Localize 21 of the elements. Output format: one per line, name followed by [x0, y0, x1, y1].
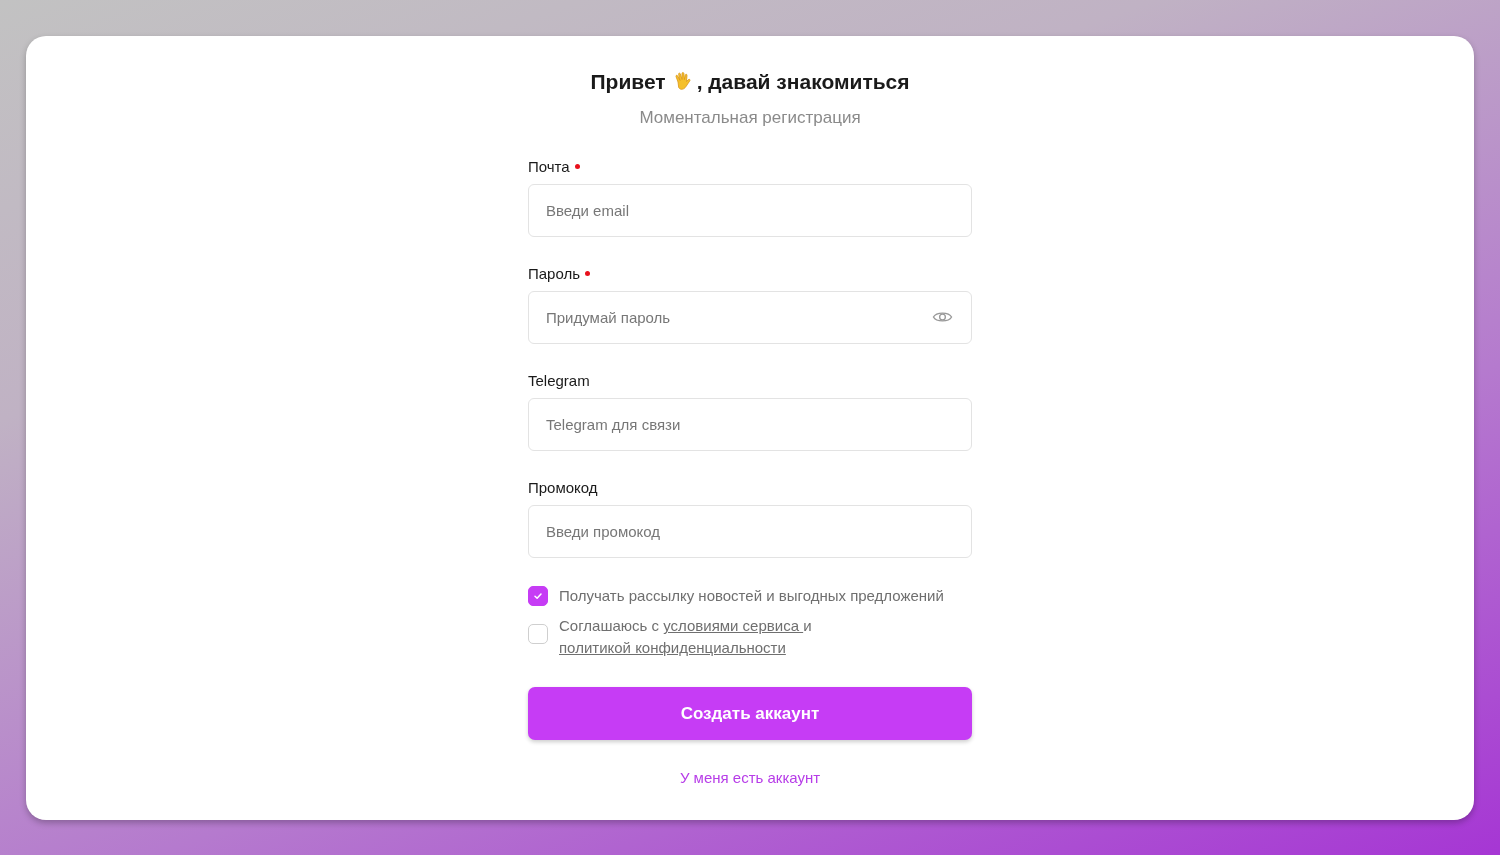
- checkbox[interactable]: [528, 624, 548, 644]
- create-account-button[interactable]: Создать аккаунт: [528, 687, 972, 740]
- checkbox[interactable]: [528, 586, 548, 606]
- field-label: Почта: [528, 158, 570, 175]
- input-field[interactable]: Придумай пароль: [528, 291, 972, 344]
- input-field[interactable]: Telegram для связи: [528, 398, 972, 451]
- checkbox-label[interactable]: Получать рассылку новостей и выгодных предложений: [559, 585, 944, 607]
- terms-link[interactable]: условиями сервиса: [663, 617, 804, 634]
- checkbox-label[interactable]: Соглашаюсь с условиями сервиса и политикой конфиденциальности: [559, 615, 972, 659]
- field-label: Промокод: [528, 479, 598, 496]
- heading-text: , давай знакомиться: [696, 70, 910, 94]
- input-field[interactable]: Введи промокод: [528, 505, 972, 558]
- heading-text: Привет: [590, 70, 666, 94]
- input-field[interactable]: Введи email: [528, 184, 972, 237]
- eye-icon[interactable]: [932, 309, 953, 325]
- field-label: Telegram: [528, 372, 590, 389]
- checkmark-icon: [532, 590, 544, 602]
- subtitle: Моментальная регистрация: [638, 108, 862, 128]
- terms-link[interactable]: политикой конфиденциальности: [559, 639, 786, 656]
- login-link[interactable]: У меня есть аккаунт: [679, 769, 821, 786]
- field-label: Пароль: [528, 265, 581, 282]
